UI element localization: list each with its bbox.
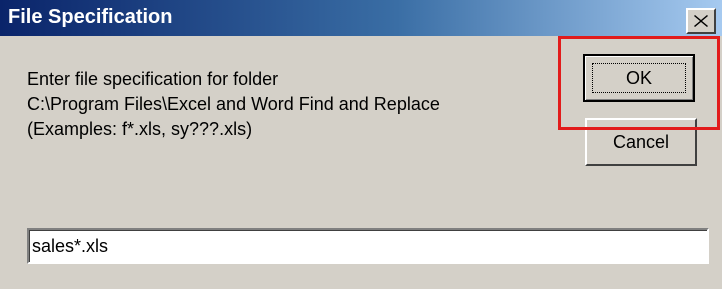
ok-button-label: OK: [625, 67, 652, 88]
ok-focus-rect: OK: [592, 63, 686, 93]
window-title: File Specification: [8, 6, 173, 28]
title-bar[interactable]: File Specification: [0, 0, 722, 36]
prompt-line-1: Enter file specification for folder: [27, 69, 279, 89]
file-spec-input[interactable]: [27, 228, 709, 264]
cancel-button-label: Cancel: [612, 131, 670, 152]
file-specification-dialog: File Specification Enter file specificat…: [0, 0, 722, 289]
prompt-message: Enter file specification for folder C:\P…: [27, 67, 440, 142]
close-icon: [694, 15, 708, 27]
ok-button[interactable]: OK: [583, 54, 695, 102]
cancel-button[interactable]: Cancel: [585, 118, 697, 166]
close-button[interactable]: [686, 8, 716, 34]
prompt-line-3: (Examples: f*.xls, sy???.xls): [27, 119, 253, 139]
prompt-line-2: C:\Program Files\Excel and Word Find and…: [27, 94, 440, 114]
